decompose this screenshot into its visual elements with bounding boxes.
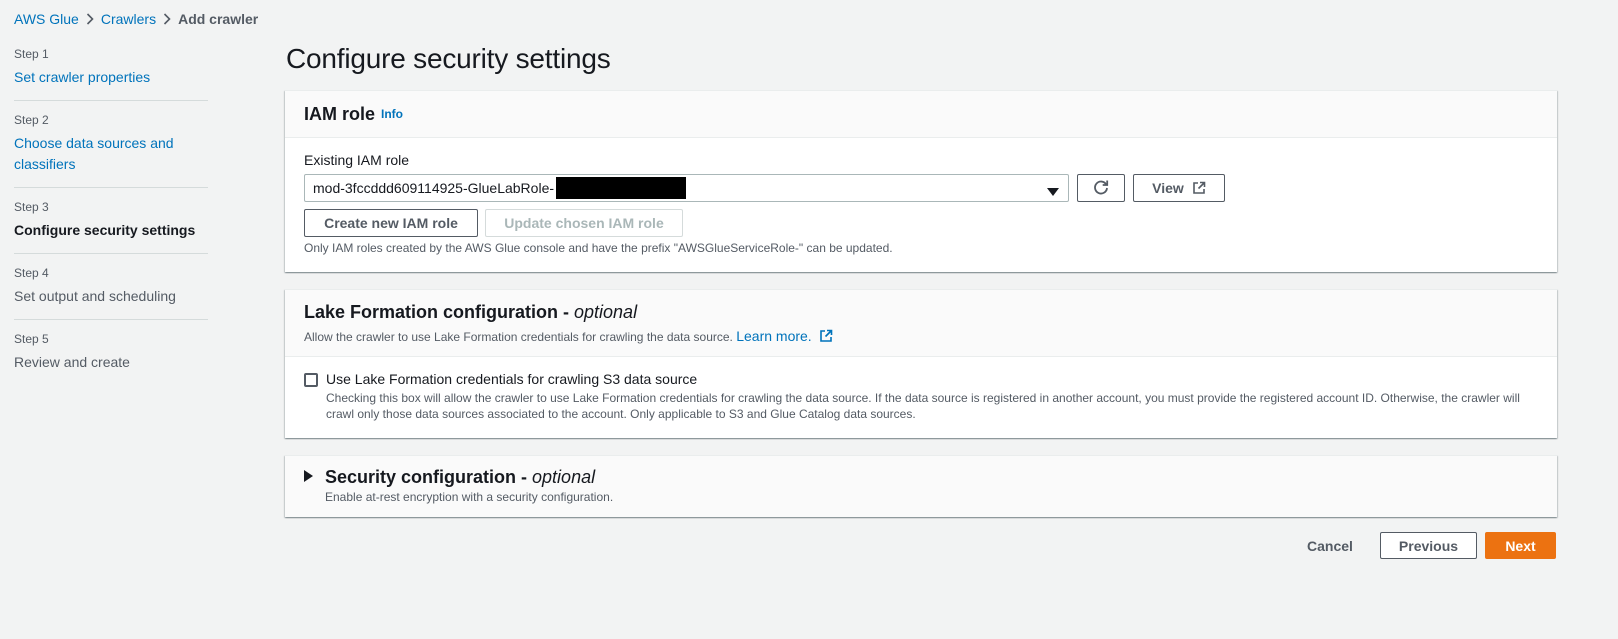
learn-more-link[interactable]: Learn more.: [736, 328, 832, 344]
security-configuration-expander[interactable]: Security configuration - optional: [304, 467, 595, 488]
iam-role-hint: Only IAM roles created by the AWS Glue c…: [304, 241, 893, 255]
info-link[interactable]: Info: [381, 107, 403, 121]
wizard-step-4: Step 4 Set output and scheduling: [14, 266, 208, 320]
external-link-icon: [819, 329, 833, 346]
lake-formation-header: Lake Formation configuration - optional …: [285, 290, 1557, 357]
iam-role-title: IAM role: [304, 103, 376, 124]
breadcrumb-aws-glue[interactable]: AWS Glue: [14, 11, 79, 27]
breadcrumb-crawlers[interactable]: Crawlers: [101, 11, 156, 27]
chevron-right-icon: [79, 13, 101, 25]
caret-down-icon: [1047, 184, 1059, 200]
step-number: Step 4: [14, 266, 49, 280]
step-number: Step 2: [14, 113, 49, 127]
chevron-right-icon: [156, 13, 178, 25]
cancel-button[interactable]: Cancel: [1290, 532, 1370, 559]
security-configuration-panel: Security configuration - optional Enable…: [285, 455, 1557, 517]
lake-formation-title-text: Lake Formation configuration -: [304, 302, 575, 322]
lake-formation-panel: Lake Formation configuration - optional …: [285, 289, 1557, 438]
page-root: AWS Glue Crawlers Add crawler Step 1 Set…: [0, 0, 1618, 639]
wizard-step-1: Step 1 Set crawler properties: [14, 47, 208, 101]
breadcrumb-current: Add crawler: [178, 11, 259, 27]
existing-iam-role-label: Existing IAM role: [304, 152, 410, 168]
wizard-step-5: Step 5 Review and create: [14, 332, 208, 385]
iam-role-header: IAM role Info: [285, 91, 1557, 138]
iam-role-select[interactable]: mod-3fccddd609114925-GlueLabRole-: [304, 174, 1069, 202]
wizard-step-3: Step 3 Configure security settings: [14, 200, 208, 254]
lake-formation-description: Allow the crawler to use Lake Formation …: [304, 328, 1538, 346]
lake-formation-description-text: Allow the crawler to use Lake Formation …: [304, 330, 733, 344]
breadcrumb: AWS Glue Crawlers Add crawler: [14, 11, 258, 27]
iam-role-panel: IAM role Info Existing IAM role mod-3fcc…: [285, 90, 1557, 272]
external-link-icon: [1192, 181, 1206, 195]
view-label: View: [1152, 180, 1184, 196]
wizard-steps: Step 1 Set crawler properties Step 2 Cho…: [14, 47, 208, 397]
step-number: Step 1: [14, 47, 49, 61]
security-configuration-description: Enable at-rest encryption with a securit…: [325, 490, 614, 504]
step-review-create: Review and create: [14, 354, 130, 370]
security-configuration-title-text: Security configuration -: [325, 467, 533, 487]
iam-role-selected-value: mod-3fccddd609114925-GlueLabRole-: [313, 180, 555, 196]
step-number: Step 3: [14, 200, 49, 214]
lake-formation-checkbox-description: Checking this box will allow the crawler…: [326, 391, 1520, 421]
step-link-data-sources[interactable]: Choose data sources and classifiers: [14, 133, 184, 175]
lake-formation-checkbox-label[interactable]: Use Lake Formation credentials for crawl…: [326, 371, 697, 387]
step-link-crawler-properties[interactable]: Set crawler properties: [14, 67, 208, 88]
lake-formation-title: Lake Formation configuration - optional: [304, 302, 1538, 323]
step-number: Step 5: [14, 332, 49, 346]
security-configuration-title: Security configuration - optional: [325, 467, 595, 488]
wizard-step-2: Step 2 Choose data sources and classifie…: [14, 113, 208, 188]
step-current-security: Configure security settings: [14, 222, 196, 238]
create-iam-role-button[interactable]: Create new IAM role: [304, 209, 478, 237]
redacted-block: [556, 177, 687, 199]
refresh-icon: [1092, 178, 1110, 199]
optional-label: optional: [532, 467, 596, 487]
lake-formation-checkbox[interactable]: [304, 373, 318, 387]
update-iam-role-button: Update chosen IAM role: [485, 209, 683, 237]
caret-right-icon: [304, 469, 313, 487]
previous-button[interactable]: Previous: [1380, 532, 1477, 559]
page-title: Configure security settings: [286, 43, 611, 74]
next-button[interactable]: Next: [1485, 532, 1556, 559]
step-output-scheduling: Set output and scheduling: [14, 288, 176, 304]
optional-label: optional: [574, 302, 638, 322]
learn-more-text: Learn more.: [736, 328, 812, 344]
view-role-button[interactable]: View: [1133, 174, 1225, 202]
refresh-button[interactable]: [1077, 174, 1125, 202]
